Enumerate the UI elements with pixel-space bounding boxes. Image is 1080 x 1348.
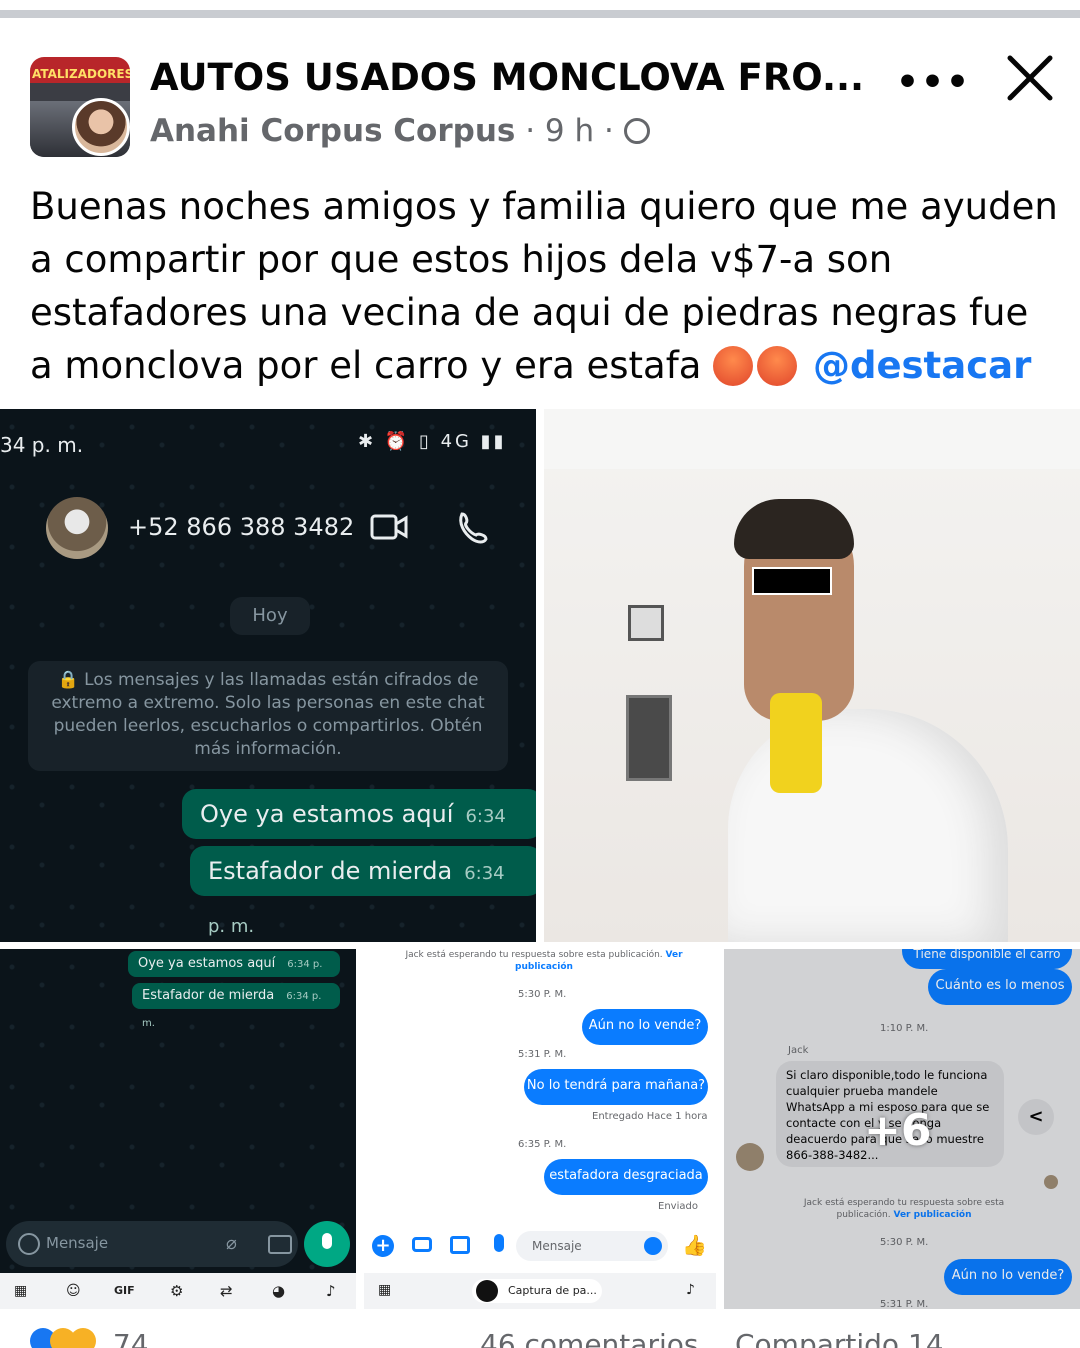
message-input[interactable]: Mensaje: [516, 1231, 668, 1261]
translate-icon[interactable]: ⇄: [220, 1282, 233, 1300]
author-avatar[interactable]: [72, 98, 130, 156]
screenshot-thumb: [476, 1280, 498, 1302]
more-options-icon[interactable]: •••: [896, 62, 969, 103]
photo-whatsapp-chat[interactable]: 34 p. m. ✱ ⏰ ▯ 4G ▮▮ +52 866 388 3482 Ho…: [0, 409, 536, 942]
message-bubble: Estafador de mierda 6:34 p. m.: [190, 846, 536, 937]
sticker-icon[interactable]: ☺: [66, 1283, 81, 1299]
reactions-count[interactable]: 74: [113, 1328, 149, 1348]
ceiling: [544, 409, 1080, 469]
input-placeholder: Mensaje: [532, 1239, 582, 1253]
angry-face-icon: [713, 346, 754, 386]
timestamp: 5:31 P. M.: [518, 1049, 567, 1060]
photo-messenger-chat[interactable]: Jack está esperando tu respuesta sobre e…: [364, 949, 716, 1309]
phone-call-icon[interactable]: [456, 511, 490, 545]
photo-selfie[interactable]: [544, 409, 1080, 942]
plus-icon[interactable]: +: [372, 1235, 394, 1257]
mic-icon[interactable]: [494, 1234, 504, 1252]
screenshot-chip[interactable]: Captura de pa...: [472, 1279, 602, 1303]
contact-phone[interactable]: +52 866 388 3482: [128, 513, 354, 541]
group-avatar-text: ATALIZADORES: [32, 67, 130, 81]
message-bubble: Oye ya estamos aquí6:34 p. m.: [182, 789, 536, 880]
reactions-bar[interactable]: 74 46 comentarios Compartido 14: [30, 1328, 1060, 1348]
post-text: Buenas noches amigos y familia quiero qu…: [30, 180, 1060, 392]
post-meta: Anahi Corpus Corpus · 9 h ·: [150, 113, 650, 149]
top-divider: [0, 0, 1080, 18]
mic-button[interactable]: [304, 1221, 350, 1267]
keyboard-mic-icon[interactable]: ♪: [326, 1282, 336, 1300]
keyboard-mic-icon[interactable]: ♪: [686, 1282, 695, 1298]
camera-icon[interactable]: [412, 1237, 432, 1252]
sent-status: Enviado: [658, 1201, 698, 1212]
mic-icon: [322, 1233, 332, 1249]
attach-icon[interactable]: ⌀: [226, 1233, 237, 1254]
timestamp: 6:35 P. M.: [518, 1139, 567, 1150]
light-switch: [626, 695, 672, 781]
status-time: 34 p. m.: [0, 433, 84, 457]
censor-bar: [752, 567, 832, 595]
mention-link[interactable]: @destacar: [813, 344, 1031, 387]
apps-icon[interactable]: ▦: [378, 1282, 391, 1298]
photo-whatsapp-small[interactable]: Oye ya estamos aquí6:34 p. m. Estafador …: [0, 949, 356, 1309]
group-name[interactable]: AUTOS USADOS MONCLOVA FRO...: [150, 56, 864, 99]
status-icons: ✱ ⏰ ▯ 4G ▮▮: [358, 431, 507, 452]
composer-bar: + Mensaje 👍: [364, 1227, 716, 1267]
message-bubble: estafadora desgraciada: [544, 1159, 708, 1195]
close-icon[interactable]: [1004, 52, 1056, 104]
keyboard-toolbar: ▦ Captura de pa... ♪: [364, 1273, 716, 1309]
emoji-icon[interactable]: [644, 1237, 662, 1255]
waiting-text: Jack está esperando tu respuesta sobre e…: [405, 950, 663, 960]
palette-icon[interactable]: ◕: [272, 1282, 285, 1300]
like-icon[interactable]: 👍: [682, 1233, 707, 1257]
message-bubble: Estafador de mierda 6:34 p. m.: [132, 983, 340, 1029]
wall-panel: [628, 605, 664, 641]
yellow-phone: [770, 693, 822, 793]
message-bubble: No lo tendrá para mañana?: [524, 1069, 708, 1105]
shares-count[interactable]: Compartido 14: [735, 1328, 944, 1348]
globe-icon: [623, 118, 650, 144]
hair: [734, 499, 854, 559]
keyboard-toolbar: ▦ ☺ GIF ⚙ ⇄ ◕ ♪: [0, 1273, 356, 1309]
image-icon[interactable]: [450, 1236, 470, 1254]
message-text: Oye ya estamos aquí: [200, 800, 454, 828]
message-input[interactable]: Mensaje ⌀: [6, 1221, 298, 1267]
video-call-icon[interactable]: [370, 513, 408, 541]
gif-button[interactable]: GIF: [114, 1284, 135, 1297]
waiting-notice: Jack está esperando tu respuesta sobre e…: [404, 949, 684, 973]
message-text: Estafador de mierda: [142, 988, 275, 1003]
message-bubble: Oye ya estamos aquí6:34 p. m.: [128, 951, 340, 997]
message-text: Oye ya estamos aquí: [138, 956, 276, 971]
day-separator: Hoy: [230, 597, 310, 635]
timestamp: 5:30 P. M.: [518, 989, 567, 1000]
comments-count[interactable]: 46 comentarios: [480, 1328, 698, 1348]
encryption-notice[interactable]: 🔒 Los mensajes y las llamadas están cifr…: [28, 661, 508, 771]
post-time: · 9 h ·: [525, 113, 614, 149]
message-text: Estafador de mierda: [208, 857, 453, 885]
emoji-icon[interactable]: [18, 1233, 40, 1255]
contact-avatar[interactable]: [46, 497, 108, 559]
delivered-status: Entregado Hace 1 hora: [592, 1111, 708, 1122]
more-photos-count[interactable]: +6: [864, 1105, 931, 1156]
apps-icon[interactable]: ▦: [14, 1283, 27, 1299]
input-placeholder: Mensaje: [46, 1234, 109, 1252]
angry-face-icon: [757, 346, 798, 386]
message-bubble: Aún no lo vende?: [582, 1009, 708, 1045]
settings-icon[interactable]: ⚙: [170, 1282, 183, 1300]
camera-icon[interactable]: [268, 1235, 292, 1254]
photo-messenger-more[interactable]: Tiene disponible el carro Cuánto es lo m…: [724, 949, 1080, 1309]
screenshot-label: Captura de pa...: [508, 1284, 597, 1297]
author-name[interactable]: Anahi Corpus Corpus: [150, 113, 515, 149]
care-reaction-icon: [70, 1328, 96, 1348]
